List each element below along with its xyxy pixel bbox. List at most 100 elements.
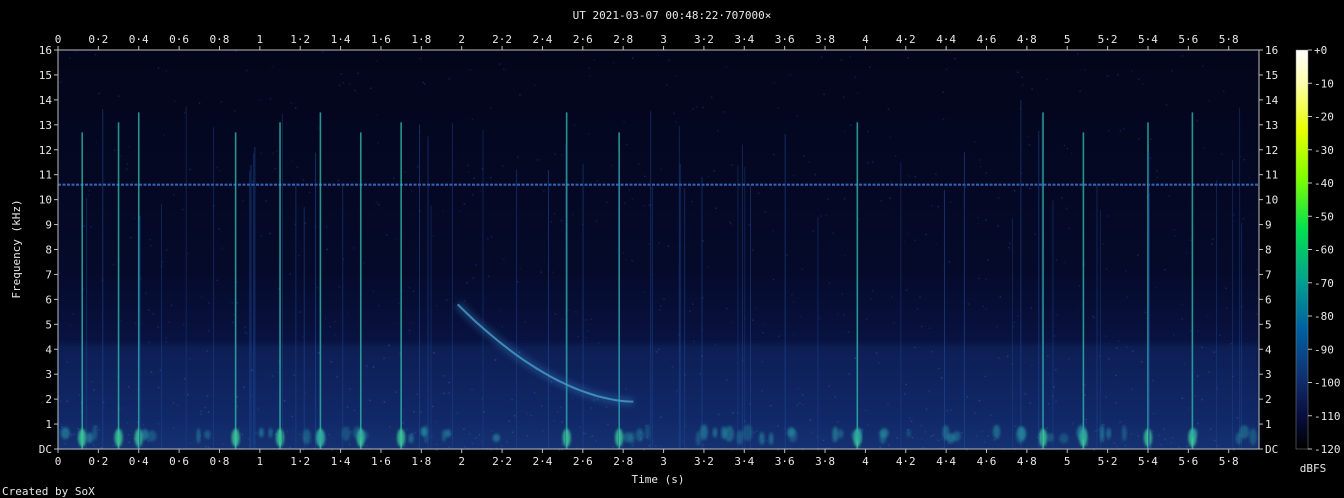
noise-speckle xyxy=(406,428,408,431)
low-frequency-blob xyxy=(879,430,886,444)
noise-speckle xyxy=(1152,379,1154,382)
noise-speckle xyxy=(414,431,417,434)
y-tick-label: 2 xyxy=(45,393,52,406)
noise-speckle xyxy=(769,404,772,407)
low-frequency-blob xyxy=(635,428,644,442)
y-tick-label-right: 15 xyxy=(1265,69,1278,82)
noise-speckle xyxy=(1021,76,1023,79)
noise-speckle xyxy=(198,102,201,104)
noise-speckle xyxy=(436,305,438,308)
noise-speckle xyxy=(1031,88,1033,90)
low-frequency-blob xyxy=(645,424,650,440)
noise-speckle xyxy=(595,220,598,222)
noise-speckle xyxy=(66,400,68,403)
noise-speckle xyxy=(626,143,628,146)
noise-speckle xyxy=(1181,318,1184,320)
noise-speckle xyxy=(983,441,986,443)
noise-speckle xyxy=(685,425,687,427)
noise-speckle xyxy=(843,198,846,200)
noise-speckle xyxy=(1017,71,1019,73)
noise-speckle xyxy=(221,247,223,249)
noise-speckle xyxy=(1213,351,1215,353)
noise-speckle xyxy=(553,212,556,215)
noise-speckle xyxy=(938,367,940,370)
low-frequency-blob xyxy=(1017,426,1027,441)
noise-speckle xyxy=(777,424,779,427)
noise-speckle xyxy=(95,141,97,144)
noise-speckle xyxy=(165,341,167,343)
noise-speckle xyxy=(150,371,153,373)
noise-speckle xyxy=(1006,355,1009,358)
noise-speckle xyxy=(732,412,734,414)
noise-speckle xyxy=(1112,179,1115,181)
noise-speckle xyxy=(648,445,651,447)
noise-speckle xyxy=(691,200,693,203)
low-frequency-blob xyxy=(302,428,311,445)
noise-speckle xyxy=(843,314,845,316)
noise-speckle xyxy=(1178,446,1180,448)
noise-speckle xyxy=(1140,360,1143,363)
noise-speckle xyxy=(410,322,413,324)
noise-speckle xyxy=(837,421,839,423)
colorbar xyxy=(1295,49,1309,450)
noise-speckle xyxy=(1233,214,1235,216)
x-tick-label-top: 5·4 xyxy=(1138,33,1158,46)
noise-speckle xyxy=(1030,307,1032,309)
noise-speckle xyxy=(904,393,906,395)
x-tick-label: 2·8 xyxy=(613,455,633,468)
noise-speckle xyxy=(979,159,981,161)
noise-speckle xyxy=(942,118,945,121)
noise-speckle xyxy=(1095,430,1097,433)
noise-speckle xyxy=(866,162,869,164)
noise-speckle xyxy=(222,443,224,446)
low-frequency-blob xyxy=(268,427,273,438)
y-tick-label-right: 14 xyxy=(1265,94,1279,107)
noise-speckle xyxy=(120,319,123,322)
noise-speckle xyxy=(168,321,171,324)
x-tick-label: 1·6 xyxy=(371,455,391,468)
noise-speckle xyxy=(715,207,717,210)
noise-speckle xyxy=(459,210,461,212)
noise-speckle xyxy=(713,170,716,172)
noise-speckle xyxy=(463,428,465,430)
x-tick-label-top: 0·8 xyxy=(210,33,230,46)
colorbar-tick-label: +0 xyxy=(1314,44,1327,57)
noise-speckle xyxy=(94,53,97,56)
noise-speckle xyxy=(1125,270,1127,272)
noise-speckle xyxy=(112,263,115,266)
noise-speckle xyxy=(346,406,349,408)
noise-speckle xyxy=(1164,268,1166,271)
noise-speckle xyxy=(145,292,147,295)
noise-speckle xyxy=(338,84,341,87)
low-frequency-blob xyxy=(721,426,727,440)
low-frequency-blob xyxy=(341,426,351,441)
colorbar-label: dBFS xyxy=(1300,462,1327,475)
noise-speckle xyxy=(896,437,898,439)
y-tick-label: 1 xyxy=(45,418,52,431)
noise-speckle xyxy=(148,341,151,344)
noise-speckle xyxy=(408,329,411,332)
noise-speckle xyxy=(643,205,646,207)
noise-speckle xyxy=(412,290,415,293)
noise-speckle xyxy=(340,73,342,75)
noise-speckle xyxy=(979,166,982,168)
noise-speckle xyxy=(796,404,799,406)
y-axis-left: DC12345678910111213141516 xyxy=(39,44,58,456)
y-tick-label-right: 2 xyxy=(1265,393,1272,406)
noise-speckle xyxy=(631,198,634,201)
noise-speckle xyxy=(1009,242,1011,244)
y-axis-label: Frequency (kHz) xyxy=(10,199,23,298)
noise-speckle xyxy=(231,302,233,304)
x-tick-label: 3 xyxy=(660,455,667,468)
noise-speckle xyxy=(560,219,563,222)
noise-speckle xyxy=(1092,315,1094,318)
noise-speckle xyxy=(259,99,261,101)
noise-speckle xyxy=(825,447,827,449)
noise-speckle xyxy=(675,390,678,393)
noise-speckle xyxy=(443,392,445,395)
noise-speckle xyxy=(1158,434,1160,437)
noise-speckle xyxy=(219,169,221,172)
noise-speckle xyxy=(848,372,850,375)
noise-speckle xyxy=(1203,146,1206,149)
noise-speckle xyxy=(336,376,338,378)
